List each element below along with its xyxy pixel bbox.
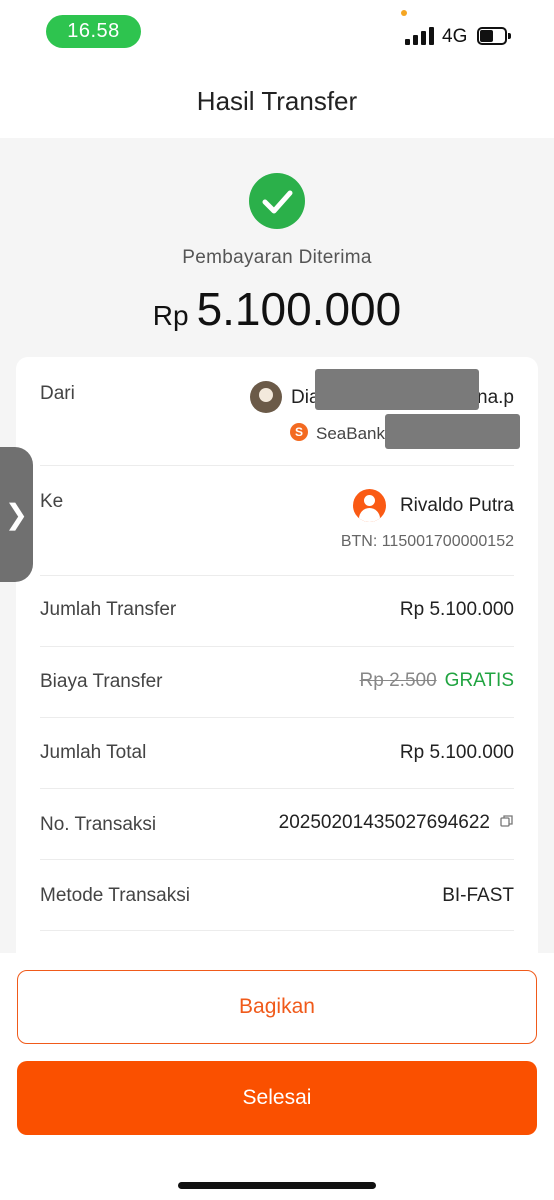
done-button[interactable]: Selesai xyxy=(17,1061,537,1135)
redaction-block xyxy=(385,414,520,449)
from-label: Dari xyxy=(40,383,75,404)
transaction-no-value: 20250201435027694622 xyxy=(279,812,514,834)
detail-row-total: Jumlah Total Rp 5.100.000 xyxy=(40,717,514,789)
recipient-account: BTN: 115001700000152 xyxy=(340,533,514,550)
status-bar: 16.58 4G xyxy=(0,0,554,64)
sender-avatar xyxy=(250,381,282,413)
signal-icon xyxy=(405,27,435,45)
seabank-logo: S xyxy=(290,423,308,441)
status-time: 16.58 xyxy=(46,15,141,48)
fee-value: Rp 2.500 GRATIS xyxy=(360,670,514,692)
copy-icon[interactable] xyxy=(500,812,514,834)
transaction-no: 20250201435027694622 xyxy=(278,812,490,834)
page-title: Hasil Transfer xyxy=(196,86,358,116)
redaction-block xyxy=(315,369,479,410)
page-header: Hasil Transfer xyxy=(0,64,554,138)
amount-value: 5.100.000 xyxy=(196,283,402,335)
fee-label: Biaya Transfer xyxy=(40,671,163,692)
transfer-details-card: Dari Dia na.p S SeaBank Ke Rivaldo Putra… xyxy=(16,357,538,977)
detail-row-transfer-amount: Jumlah Transfer Rp 5.100.000 xyxy=(40,575,514,647)
to-label: Ke xyxy=(40,491,64,512)
sender-name-end: na.p xyxy=(477,387,514,408)
detail-row-transaction-no: No. Transaksi 20250201435027694622 xyxy=(40,788,514,860)
privacy-indicator-dot xyxy=(401,10,407,16)
transaction-no-label: No. Transaksi xyxy=(40,814,157,835)
fee-original: Rp 2.500 xyxy=(359,670,437,691)
total-label: Jumlah Total xyxy=(40,742,147,763)
person-icon xyxy=(353,489,386,522)
detail-row-method: Metode Transaksi BI-FAST xyxy=(40,859,514,931)
fee-free-badge: GRATIS xyxy=(444,670,514,691)
sender-bank: SeaBank xyxy=(316,424,385,443)
payment-status: Pembayaran Diterima xyxy=(182,247,372,268)
check-icon xyxy=(249,173,305,229)
network-type: 4G xyxy=(442,26,468,47)
transfer-amount-label: Jumlah Transfer xyxy=(40,599,177,620)
detail-row-from: Dari Dia na.p S SeaBank xyxy=(40,357,520,466)
total-value: Rp 5.100.000 xyxy=(399,742,514,763)
chevron-right-icon[interactable]: ❯ xyxy=(0,447,33,582)
transfer-amount-value: Rp 5.100.000 xyxy=(399,599,514,620)
battery-icon xyxy=(477,27,511,45)
detail-row-to: Ke Rivaldo Putra BTN: 115001700000152 xyxy=(40,465,514,576)
home-indicator[interactable] xyxy=(178,1182,376,1189)
amount-currency: Rp xyxy=(152,300,189,331)
method-label: Metode Transaksi xyxy=(40,885,190,906)
method-value: BI-FAST xyxy=(442,885,514,906)
share-button[interactable]: Bagikan xyxy=(17,970,537,1044)
recipient-name: Rivaldo Putra xyxy=(399,495,514,516)
detail-row-fee: Biaya Transfer Rp 2.500 GRATIS xyxy=(40,646,514,718)
transfer-amount-total: Rp 5.100.000 xyxy=(0,282,554,336)
